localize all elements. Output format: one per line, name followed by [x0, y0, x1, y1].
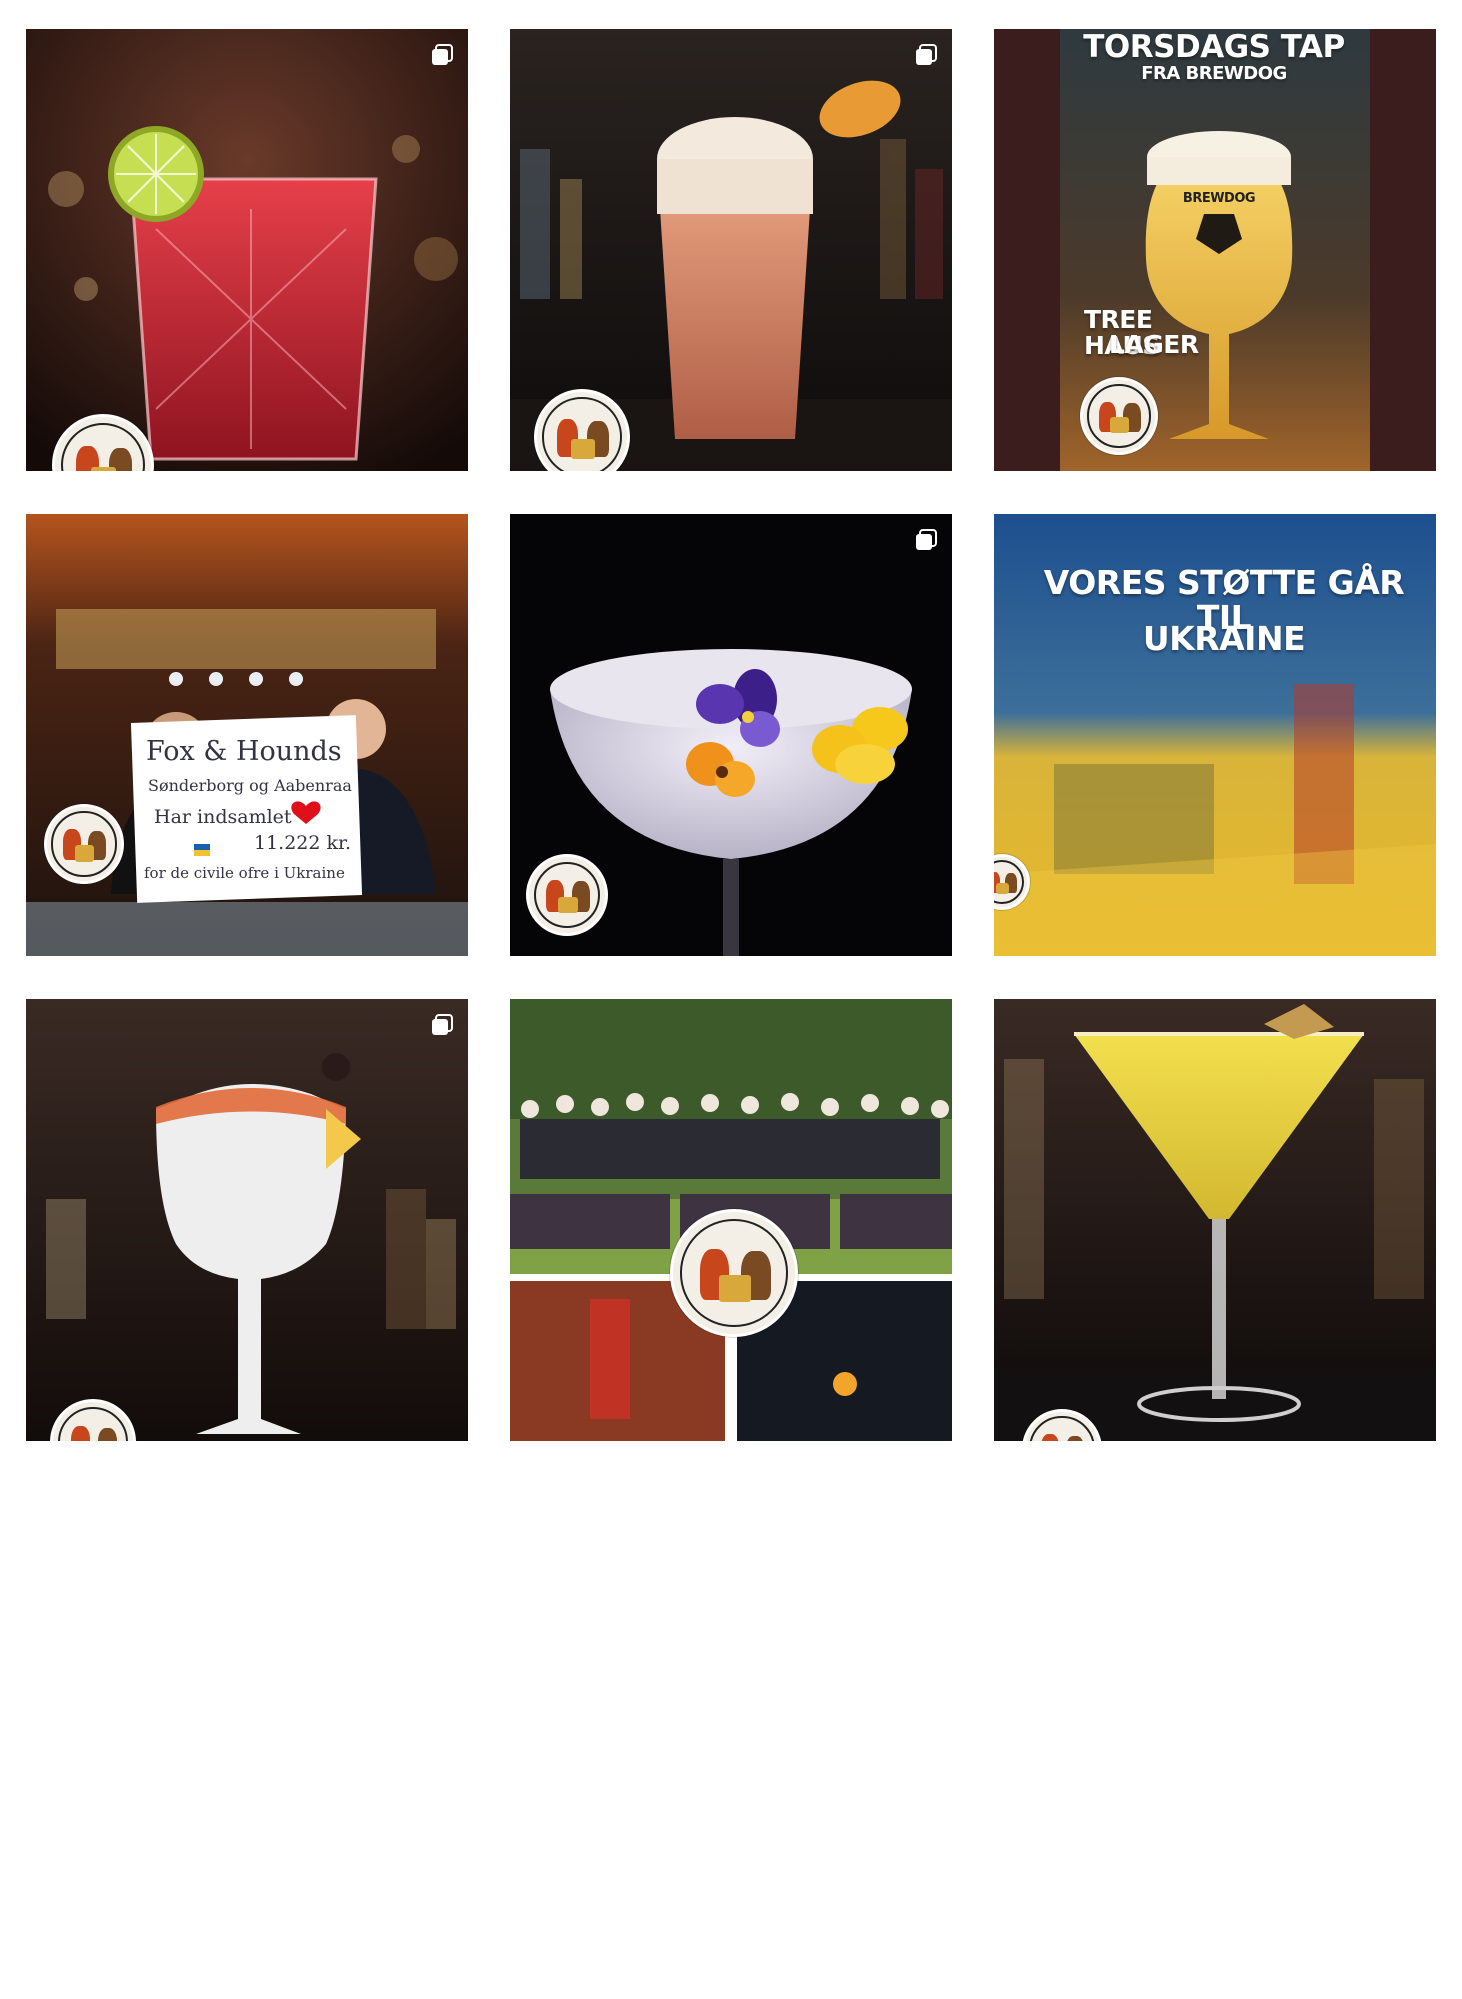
- post-yellow-martini[interactable]: [994, 999, 1436, 1441]
- promo-subline: FRA BREWDOG: [1141, 63, 1287, 84]
- sign-purpose: for de civile ofre i Ukraine: [144, 864, 345, 882]
- glass-brand: BREWDOG: [1182, 191, 1256, 206]
- sign-amount: 11.222 kr.: [254, 832, 352, 854]
- pub-logo: [670, 1209, 798, 1337]
- sign-location: Sønderborg og Aabenraa: [148, 776, 352, 795]
- post-foamy-cocktail[interactable]: [510, 29, 952, 471]
- post-image: [26, 514, 468, 956]
- post-ukraine-support[interactable]: VORES STØTTE GÅR TIL UKRAINE: [994, 514, 1436, 956]
- post-torsdags-tap[interactable]: TORSDAGS TAP FRA BREWDOG BREWDOG TREE HA…: [994, 29, 1436, 471]
- post-image: [26, 999, 468, 1441]
- promo-headline: TORSDAGS TAP: [1083, 29, 1345, 65]
- sign-collected: Har indsamlet: [154, 806, 292, 828]
- pub-logo: [1080, 377, 1158, 455]
- multiple-images-icon: [432, 1014, 453, 1035]
- multiple-images-icon: [916, 44, 937, 65]
- multiple-images-icon: [916, 529, 937, 550]
- post-red-cocktail[interactable]: [26, 29, 468, 471]
- sign-title: Fox & Hounds: [146, 736, 342, 767]
- post-grid: TORSDAGS TAP FRA BREWDOG BREWDOG TREE HA…: [26, 29, 1437, 1441]
- post-team-collage[interactable]: [510, 999, 952, 1441]
- pub-logo: [526, 854, 608, 936]
- post-image: [994, 29, 1436, 471]
- support-country: UKRAINE: [1142, 619, 1306, 658]
- post-image: [994, 999, 1436, 1441]
- post-frozen-cocktail[interactable]: [26, 999, 468, 1441]
- multiple-images-icon: [432, 44, 453, 65]
- post-flower-cocktail[interactable]: [510, 514, 952, 956]
- beer-style: LAGER: [1109, 330, 1199, 359]
- post-ukraine-fundraiser[interactable]: Fox & Hounds Sønderborg og Aabenraa Har …: [26, 514, 468, 956]
- pub-logo: [44, 804, 124, 884]
- post-image: [26, 29, 468, 471]
